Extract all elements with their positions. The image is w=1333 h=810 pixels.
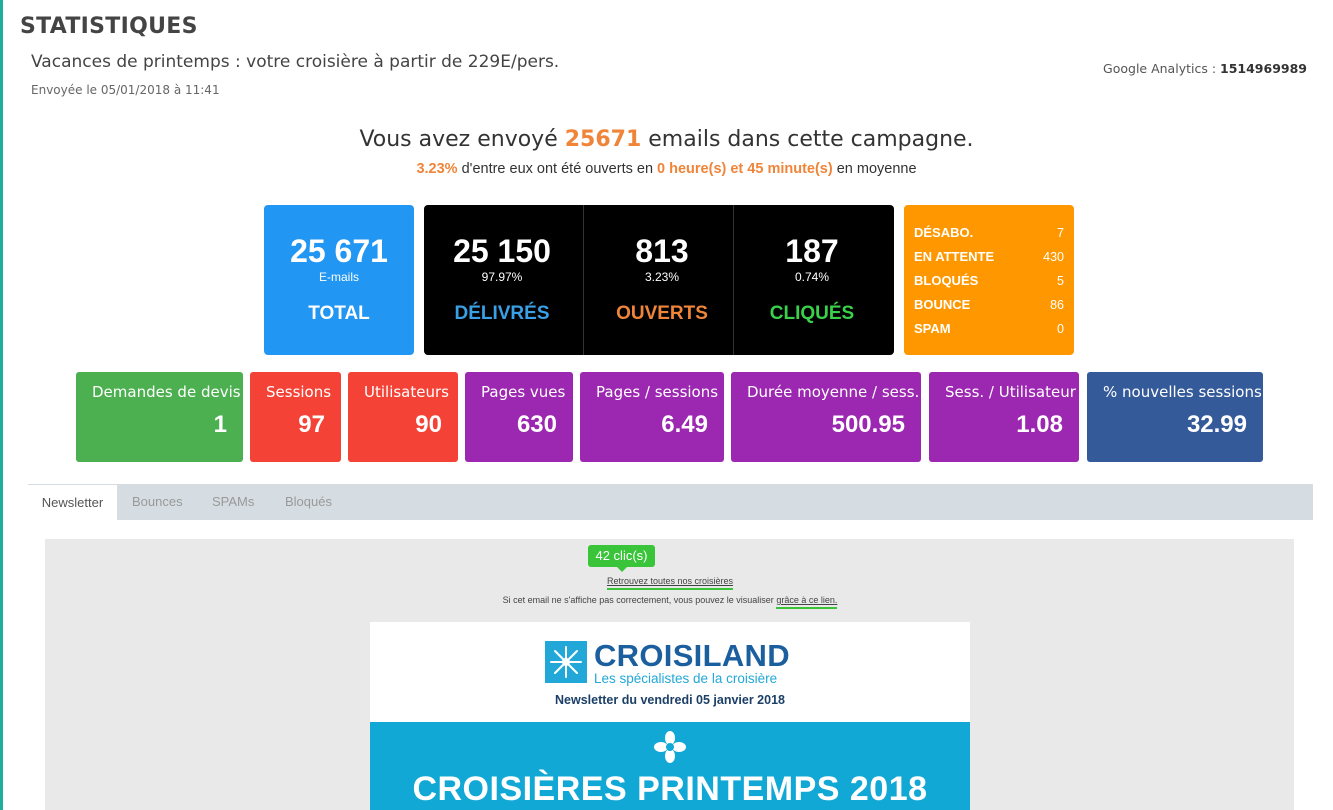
tab-blocked[interactable]: Bloqués <box>285 484 332 520</box>
web-version-link[interactable]: grâce à ce lien. <box>776 595 838 609</box>
stat-value: 430 <box>1043 250 1064 264</box>
delivered-stat: 25 150 97.97% DÉLIVRÉS <box>424 205 580 355</box>
metric-pages-per-session: Pages / sessions 6.49 <box>580 372 724 462</box>
left-accent-bar <box>0 0 3 810</box>
pending-row: EN ATTENTE 430 <box>914 248 1064 272</box>
metric-sessions-per-user: Sess. / Utilisateur 1.08 <box>929 372 1079 462</box>
stat-label: SPAM <box>914 321 951 336</box>
all-cruises-link[interactable]: Retrouvez toutes nos croisières <box>606 576 734 590</box>
bounce-row: BOUNCE 86 <box>914 296 1064 320</box>
flower-icon <box>653 730 687 769</box>
delivered-value: 25 150 <box>453 233 551 269</box>
unsubscribed-row: DÉSABO. 7 <box>914 224 1064 248</box>
total-label: TOTAL <box>308 303 370 324</box>
sent-date: Envoyée le 05/01/2018 à 11:41 <box>31 83 220 97</box>
metric-title: % nouvelles sessions <box>1103 383 1262 401</box>
metric-title: Demandes de devis <box>92 383 241 401</box>
metric-title: Sessions <box>266 383 332 401</box>
campaign-subject: Vacances de printemps : votre croisière … <box>31 52 560 72</box>
clicked-sub: 0.74% <box>794 270 830 284</box>
opened-value: 813 <box>635 233 689 269</box>
clicked-value: 187 <box>785 233 839 269</box>
click-count-badge: 42 clic(s) <box>588 545 655 572</box>
display-text: Si cet email ne s'affiche pas correcteme… <box>502 595 777 605</box>
stat-label: EN ATTENTE <box>914 249 995 264</box>
delivery-stats-card: 25 150 97.97% DÉLIVRÉS 813 3.23% OUVERTS… <box>424 205 894 355</box>
tab-newsletter[interactable]: Newsletter <box>28 484 117 521</box>
croisiland-logo-icon <box>545 641 587 683</box>
metric-value: 630 <box>516 411 557 438</box>
link-row: Retrouvez toutes nos croisières <box>0 576 1333 590</box>
metric-value: 1 <box>213 411 227 438</box>
summary-headline: Vous avez envoyé 25671 emails dans cette… <box>0 127 1333 152</box>
opened-sub: 3.23% <box>644 270 680 284</box>
metric-value: 6.49 <box>661 411 708 438</box>
metric-new-sessions: % nouvelles sessions 32.99 <box>1087 372 1263 462</box>
stat-value: 7 <box>1057 226 1064 240</box>
brand-name: CROISILAND <box>594 638 790 673</box>
opened-stat: 813 3.23% OUVERTS <box>584 205 740 355</box>
subline-mid: d'entre eux ont été ouverts en <box>457 161 658 177</box>
emails-sent-count: 25671 <box>564 127 642 152</box>
metric-value: 32.99 <box>1186 411 1247 438</box>
google-analytics-id: Google Analytics : 1514969989 <box>1103 61 1307 76</box>
total-sub: E-mails <box>318 270 359 284</box>
tab-bar: Newsletter Bounces SPAMs Bloqués <box>28 484 1313 521</box>
metric-title: Durée moyenne / sess. <box>747 383 920 401</box>
spam-row: SPAM 0 <box>914 320 1064 344</box>
open-rate: 3.23% <box>416 161 458 177</box>
metric-value: 500.95 <box>831 411 905 438</box>
metric-quote-requests: Demandes de devis 1 <box>76 372 243 462</box>
newsletter-banner: CROISIÈRES PRINTEMPS 2018 <box>370 722 970 810</box>
metric-title: Pages vues <box>481 383 566 401</box>
newsletter-date: Newsletter du vendredi 05 janvier 2018 <box>555 693 785 707</box>
metric-sessions: Sessions 97 <box>250 372 341 462</box>
headline-post: emails dans cette campagne. <box>641 127 974 152</box>
metric-title: Sess. / Utilisateur <box>945 383 1076 401</box>
page-title: STATISTIQUES <box>20 14 198 39</box>
total-card: 25 671 E-mails TOTAL <box>264 205 414 355</box>
ga-label: Google Analytics : <box>1103 61 1221 76</box>
clicked-label: CLIQUÉS <box>769 303 855 324</box>
opened-label: OUVERTS <box>616 303 708 324</box>
stat-label: BLOQUÉS <box>914 273 979 288</box>
tab-spams[interactable]: SPAMs <box>212 484 254 520</box>
metric-title: Pages / sessions <box>596 383 719 401</box>
banner-title: CROISIÈRES PRINTEMPS 2018 <box>412 770 928 808</box>
stat-label: BOUNCE <box>914 297 971 312</box>
delivered-sub: 97.97% <box>481 270 523 284</box>
stat-value: 86 <box>1050 298 1064 312</box>
metric-users: Utilisateurs 90 <box>348 372 458 462</box>
delivered-label: DÉLIVRÉS <box>454 303 550 324</box>
tab-bounces[interactable]: Bounces <box>132 484 183 520</box>
blocked-row: BLOQUÉS 5 <box>914 272 1064 296</box>
clicked-stat: 187 0.74% CLIQUÉS <box>734 205 890 355</box>
stat-value: 5 <box>1057 274 1064 288</box>
metric-title: Utilisateurs <box>364 383 449 401</box>
subline-post: en moyenne <box>832 161 917 177</box>
stat-label: DÉSABO. <box>914 225 974 240</box>
brand-tagline: Les spécialistes de la croisière <box>594 671 778 686</box>
total-value: 25 671 <box>290 233 388 269</box>
stat-value: 0 <box>1057 322 1064 336</box>
metric-value: 97 <box>298 411 325 438</box>
metric-value: 1.08 <box>1016 411 1063 438</box>
other-stats-card: DÉSABO. 7 EN ATTENTE 430 BLOQUÉS 5 BOUNCE 86… <box>904 205 1074 355</box>
headline-pre: Vous avez envoyé <box>359 127 565 152</box>
metric-avg-duration: Durée moyenne / sess. 500.95 <box>731 372 921 462</box>
summary-subline: 3.23% d'entre eux ont été ouverts en 0 h… <box>0 161 1333 177</box>
avg-open-time: 0 heure(s) et 45 minute(s) <box>657 161 833 177</box>
metric-page-views: Pages vues 630 <box>465 372 573 462</box>
metric-value: 90 <box>415 411 442 438</box>
display-issue-row: Si cet email ne s'affiche pas correcteme… <box>0 595 1333 609</box>
ga-value: 1514969989 <box>1220 61 1307 76</box>
